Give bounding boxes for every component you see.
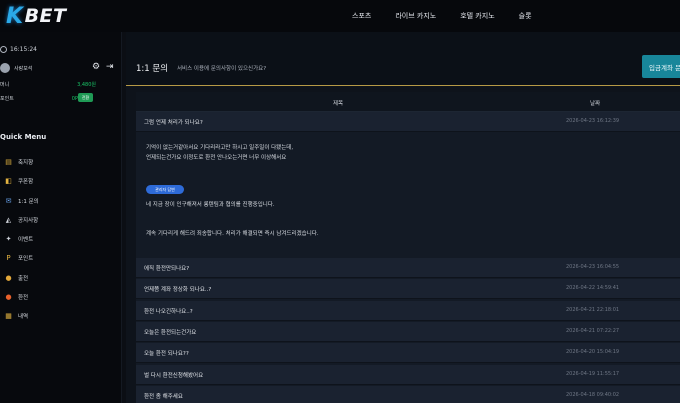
logo-text: BET: [24, 5, 67, 27]
app-window: K BET 스포츠 라이브 카지노 호텔 카지노 슬롯 16:15:24 사랑보석…: [0, 0, 680, 403]
sidebar-item-6[interactable]: ● 출전: [4, 269, 39, 287]
sidebar-item-label: 이벤트: [18, 237, 34, 244]
username: 사랑보석: [14, 65, 33, 72]
page-title: 1:1 문의: [136, 64, 169, 74]
money-row: 머니 3,480원: [0, 81, 96, 88]
nav-live-casino[interactable]: 라이브 카지노: [395, 11, 436, 21]
row-date: 2026-04-22 14:59:41: [566, 285, 620, 292]
user-info: 사랑보석 ⚙ ⇥: [0, 62, 118, 73]
row-title: 그럼 언제 처리가 되나요?: [144, 120, 203, 126]
inquiry-table: 제목 날짜 그럼 언제 처리가 되나요? 2026-04-23 16:12:39…: [136, 92, 680, 403]
table-row[interactable]: 오늘은 환전되는건가요 2026-04-21 07:22:27: [136, 321, 680, 342]
row-title: 벌 다시 환전신청해봤어요: [144, 372, 204, 379]
sidebar-item-2[interactable]: ✉ 1:1 문의: [4, 192, 39, 210]
logo[interactable]: K BET: [6, 3, 67, 29]
col-date: 날짜: [590, 101, 601, 107]
quick-menu: ▤ 축지향 ◧ 쿠폰함 ✉ 1:1 문의 ◭ 공지사항 ✦ 이벤트 P 포인트 ● 출전 ● 환전 ▦ 내역: [4, 153, 39, 327]
sidebar-item-label: 1:1 문의: [18, 198, 39, 205]
table-row[interactable]: 환전 나오긴하나요..? 2026-04-21 22:18:01: [136, 300, 680, 321]
sidebar-item-label: 공지사항: [18, 217, 39, 224]
sidebar-item-0[interactable]: ▤ 축지향: [4, 153, 39, 171]
point-label: 포인트: [0, 96, 14, 102]
logo-k: K: [6, 3, 24, 29]
withdraw-icon: ●: [5, 293, 12, 302]
sidebar-item-label: 축지향: [18, 160, 34, 166]
sidebar: 16:15:24 사랑보석 ⚙ ⇥ 머니 3,480원 포인트 0P 전환 Qu…: [0, 32, 122, 403]
nav-sports[interactable]: 스포츠: [352, 11, 371, 21]
table-row[interactable]: 환전 좀 해주세요 2026-04-18 09:40:02: [136, 385, 680, 403]
inquiry-detail: 기억이 없는거같아서요 기다리라고만 하시고 일주일이 다됐는데, 언제되는건가…: [136, 132, 680, 258]
page-subtitle: 서비스 이용에 문의사항이 있으신가요?: [177, 66, 267, 72]
sidebar-item-3[interactable]: ◭ 공지사항: [4, 211, 39, 229]
sidebar-item-4[interactable]: ✦ 이벤트: [4, 230, 39, 248]
sidebar-item-7[interactable]: ● 환전: [4, 288, 39, 306]
question-line-1: 기억이 없는거같아서요 기다리라고만 하시고 일주일이 다됐는데,: [146, 145, 294, 151]
sidebar-item-5[interactable]: P 포인트: [4, 249, 39, 267]
money-label: 머니: [0, 82, 10, 88]
row-title: 오늘 환전 되나요??: [144, 351, 189, 358]
top-bar: K BET 스포츠 라이브 카지노 호텔 카지노 슬롯: [0, 0, 680, 32]
main-nav: 스포츠 라이브 카지노 호텔 카지노 슬롯: [352, 0, 556, 32]
avatar: [0, 63, 10, 73]
row-date: 2026-04-21 07:22:27: [566, 327, 620, 334]
nav-hotel-casino[interactable]: 호텔 카지노: [460, 11, 494, 21]
sidebar-item-label: 출전: [18, 275, 29, 282]
table-row[interactable]: 오늘 환전 되나요?? 2026-04-20 15:04:19: [136, 343, 680, 364]
sidebar-item-label: 쿠폰함: [18, 179, 34, 186]
table-row[interactable]: 언제쯤 계좌 정상화 되나요..? 2026-04-22 14:59:41: [136, 279, 680, 300]
row-date: 2026-04-20 15:04:19: [566, 349, 620, 356]
table-row-open[interactable]: 그럼 언제 처리가 되나요? 2026-04-23 16:12:39: [136, 112, 680, 132]
row-title: 에직 환전만되나요?: [144, 266, 190, 272]
table-header: 제목 날짜: [136, 92, 680, 112]
question-line-2: 언제되는건가요 이정도로 환전 안나오는거면 너무 이상해서요: [146, 155, 287, 161]
answer-line-1: 네 지금 장이 인구해져서 롱텐팀과 협의를 진행중입니다.: [146, 202, 275, 208]
admin-answer-badge: 관리자 답변: [146, 185, 184, 194]
row-title: 환전 좀 해주세요: [144, 393, 183, 400]
table-row[interactable]: 에직 환전만되나요? 2026-04-23 16:04:55: [136, 258, 680, 278]
history-icon: ▦: [5, 312, 12, 321]
account-inquiry-button[interactable]: 입금계좌 문의: [642, 55, 680, 78]
sidebar-item-label: 환전: [18, 295, 29, 302]
page-header: 1:1 문의 서비스 이용에 문의사항이 있으신가요?: [126, 32, 680, 86]
row-title: 언제쯤 계좌 정상화 되나요..?: [144, 287, 212, 294]
clock: 16:15:24: [0, 46, 37, 53]
row-date: 2026-04-18 09:40:02: [566, 391, 620, 398]
col-title: 제목: [333, 101, 344, 107]
clock-time: 16:15:24: [10, 46, 37, 53]
sidebar-item-label: 내역: [18, 314, 29, 321]
answer-line-2: 계속 기다리게 해드려 죄송합니다. 처리가 해결되면 즉시 남겨드리겠습니다.: [146, 231, 319, 237]
notice-icon: ◭: [5, 215, 12, 224]
deposit-icon: ●: [5, 273, 12, 282]
point-change-button[interactable]: 전환: [78, 93, 93, 102]
row-date: 2026-04-21 22:18:01: [566, 306, 620, 313]
event-icon: ✦: [5, 235, 12, 244]
table-row[interactable]: 벌 다시 환전신청해봤어요 2026-04-19 11:55:17: [136, 364, 680, 385]
coupon-icon: ◧: [5, 177, 12, 186]
logout-icon[interactable]: ⇥: [106, 62, 114, 72]
sidebar-item-label: 포인트: [18, 256, 34, 263]
point-icon: P: [6, 254, 11, 263]
row-date: 2026-04-23 16:04:55: [566, 264, 620, 270]
quick-menu-title: Quick Menu: [0, 133, 47, 141]
row-date: 2026-04-23 16:12:39: [566, 118, 620, 124]
row-date: 2026-04-19 11:55:17: [566, 370, 620, 377]
chat-icon: ✉: [5, 196, 12, 205]
row-title: 환전 나오긴하나요..?: [144, 308, 193, 315]
nav-slot[interactable]: 슬롯: [519, 11, 532, 21]
main-content: 1:1 문의 서비스 이용에 문의사항이 있으신가요? 입금계좌 문의 제목 날…: [126, 32, 680, 403]
sidebar-item-8[interactable]: ▦ 내역: [4, 307, 39, 325]
sidebar-item-1[interactable]: ◧ 쿠폰함: [4, 172, 39, 190]
row-title: 오늘은 환전되는건가요: [144, 329, 197, 336]
clock-icon: [0, 46, 7, 53]
box-icon: ▤: [5, 158, 12, 166]
money-value: 3,480원: [77, 82, 96, 88]
gear-icon[interactable]: ⚙: [92, 62, 100, 72]
